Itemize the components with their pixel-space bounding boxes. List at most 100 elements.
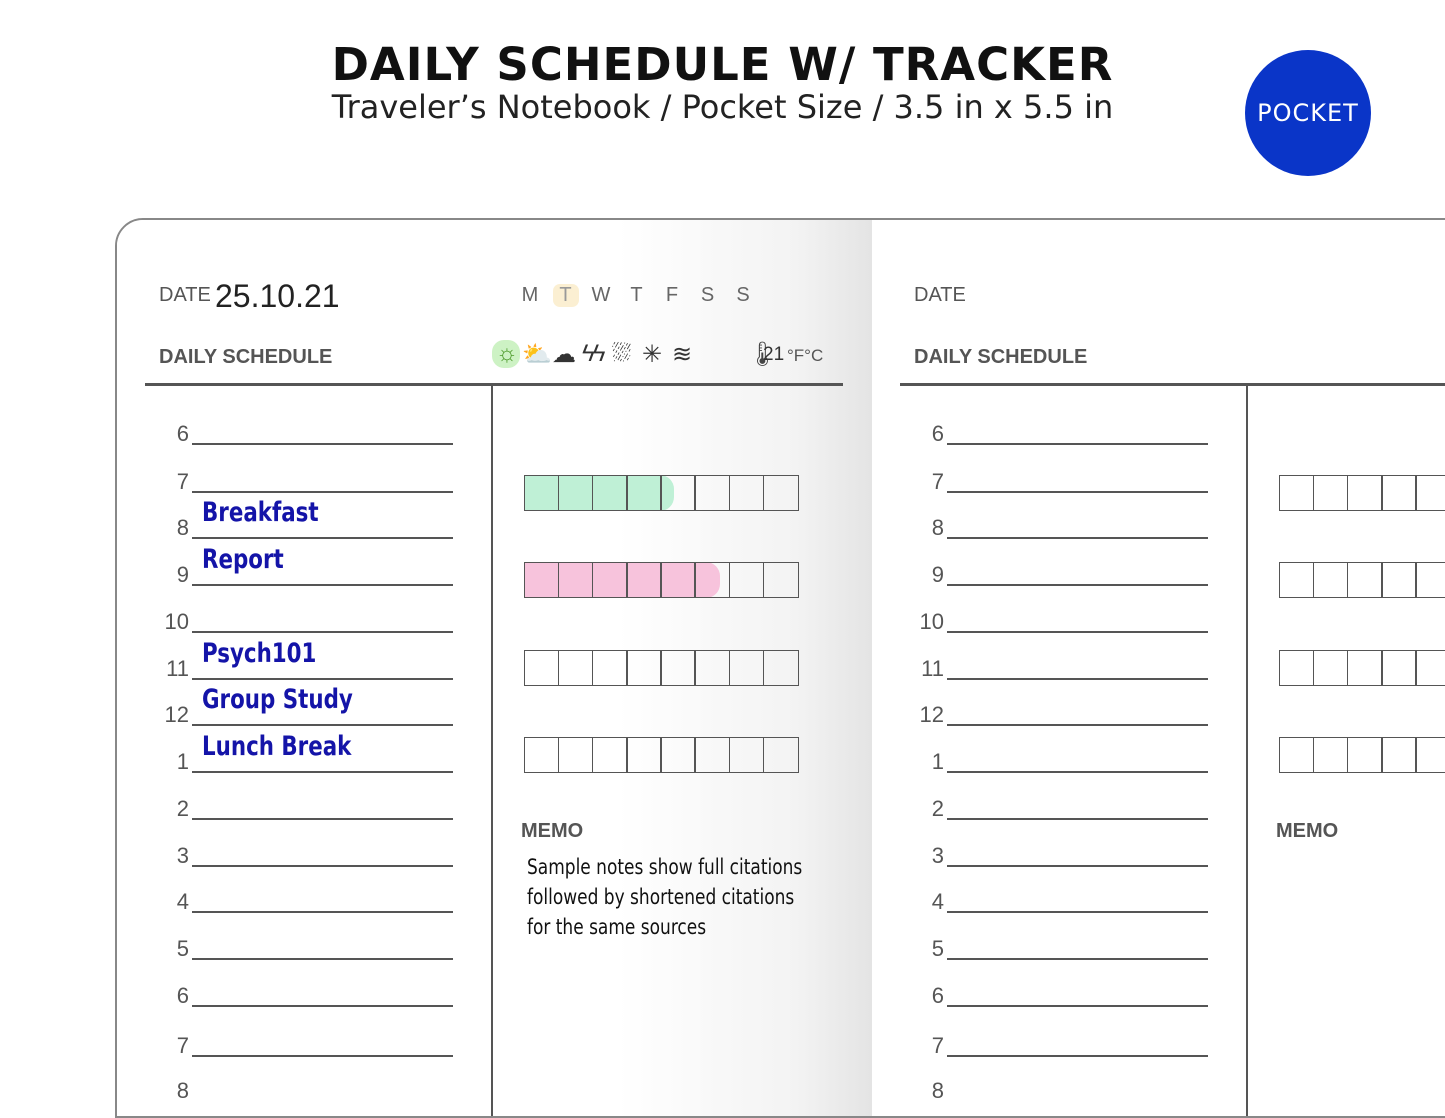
tracker-cell[interactable] xyxy=(1278,650,1315,686)
schedule-line xyxy=(192,1005,453,1007)
tracker-cell[interactable] xyxy=(660,737,696,773)
tracker-cell[interactable] xyxy=(1415,475,1445,511)
tracker-row[interactable] xyxy=(1278,737,1445,773)
size-badge: POCKET xyxy=(1245,50,1371,176)
tracker-cell[interactable] xyxy=(1381,475,1417,511)
tracker-cell[interactable] xyxy=(523,650,560,686)
weekday-1[interactable]: T xyxy=(552,284,579,307)
schedule-entry[interactable]: Psych101 xyxy=(202,638,316,669)
schedule-entry[interactable]: Report xyxy=(202,544,284,575)
tracker-cell[interactable] xyxy=(523,562,560,598)
tracker-cell[interactable] xyxy=(660,475,696,511)
lightning-icon[interactable]: ϟϟ xyxy=(582,340,605,368)
tracker-cell[interactable] xyxy=(626,650,662,686)
tracker-cell[interactable] xyxy=(1346,475,1383,511)
schedule-entry[interactable]: Breakfast xyxy=(202,497,319,528)
tracker-cell[interactable] xyxy=(762,475,799,511)
tracker-cell[interactable] xyxy=(1381,562,1417,598)
tracker-cell[interactable] xyxy=(728,475,765,511)
tracker-cell[interactable] xyxy=(728,737,765,773)
tracker-row[interactable] xyxy=(1278,475,1445,511)
tracker-cell[interactable] xyxy=(1312,475,1349,511)
weekday-2[interactable]: W xyxy=(588,284,614,307)
snow-icon[interactable]: ✳ xyxy=(642,340,662,369)
sun-icon[interactable]: ☼ xyxy=(492,340,520,368)
tracker-cell[interactable] xyxy=(762,562,799,598)
hour-label: 8 xyxy=(931,1078,944,1103)
tracker-cell[interactable] xyxy=(557,562,594,598)
weekday-3[interactable]: T xyxy=(624,284,650,307)
tracker-cell[interactable] xyxy=(1346,737,1383,773)
hour-label: 8 xyxy=(931,515,944,540)
tracker-row[interactable] xyxy=(523,475,799,511)
tracker-cell[interactable] xyxy=(591,650,628,686)
tracker-cell[interactable] xyxy=(694,475,731,511)
tracker-cell[interactable] xyxy=(591,562,628,598)
schedule-line xyxy=(192,818,453,820)
weekday-6[interactable]: S xyxy=(730,284,756,307)
schedule-line xyxy=(192,1055,453,1057)
tracker-row[interactable] xyxy=(523,737,799,773)
tracker-cell[interactable] xyxy=(728,562,765,598)
date-label: DATE xyxy=(159,284,211,306)
tracker-cell[interactable] xyxy=(1312,737,1349,773)
tracker-cell[interactable] xyxy=(694,650,731,686)
tracker-cell[interactable] xyxy=(626,737,662,773)
tracker-cell[interactable] xyxy=(762,650,799,686)
tracker-cell[interactable] xyxy=(557,737,594,773)
tracker-cell[interactable] xyxy=(1278,562,1315,598)
rain-icon[interactable]: ⛆ xyxy=(612,340,631,368)
tracker-row[interactable] xyxy=(1278,562,1445,598)
tracker-cell[interactable] xyxy=(1415,562,1445,598)
wind-icon[interactable]: ≋ xyxy=(672,340,692,369)
date-label: DATE xyxy=(914,284,966,306)
tracker-cell[interactable] xyxy=(626,562,662,598)
tracker-cell[interactable] xyxy=(1312,562,1349,598)
tracker-cell[interactable] xyxy=(660,562,696,598)
tracker-cell[interactable] xyxy=(1415,650,1445,686)
tracker-cell[interactable] xyxy=(728,650,765,686)
tracker-cell[interactable] xyxy=(1278,737,1315,773)
tracker-cell[interactable] xyxy=(591,737,628,773)
hour-label: 11 xyxy=(166,656,189,681)
tracker-cell[interactable] xyxy=(591,475,628,511)
tracker-cell[interactable] xyxy=(1278,475,1315,511)
tracker-cell[interactable] xyxy=(694,562,731,598)
weekday-5[interactable]: S xyxy=(695,284,721,307)
tracker-cell[interactable] xyxy=(523,737,560,773)
tracker-cell[interactable] xyxy=(1415,737,1445,773)
tracker-cell[interactable] xyxy=(1346,650,1383,686)
schedule-entry[interactable]: Lunch Break xyxy=(202,731,351,762)
tracker-row[interactable] xyxy=(1278,650,1445,686)
tracker-row[interactable] xyxy=(523,562,799,598)
tracker-cell[interactable] xyxy=(1312,650,1349,686)
tracker-cell[interactable] xyxy=(1381,737,1417,773)
schedule-line xyxy=(192,911,453,913)
tracker-row[interactable] xyxy=(523,650,799,686)
schedule-line xyxy=(192,771,453,773)
hour-label: 6 xyxy=(176,421,189,446)
hour-label: 3 xyxy=(931,843,944,868)
hour-label: 9 xyxy=(931,562,944,587)
schedule-entry[interactable]: Group Study xyxy=(202,684,353,715)
tracker-cell[interactable] xyxy=(557,650,594,686)
weekday-0[interactable]: M xyxy=(517,284,543,307)
weekday-4[interactable]: F xyxy=(659,284,685,307)
schedule-line xyxy=(947,724,1208,726)
schedule-line xyxy=(947,771,1208,773)
hour-label: 12 xyxy=(164,702,189,727)
tracker-cell[interactable] xyxy=(557,475,594,511)
tracker-cell[interactable] xyxy=(523,475,560,511)
tracker-cell[interactable] xyxy=(1346,562,1383,598)
column-divider xyxy=(491,386,493,1116)
tracker-cell[interactable] xyxy=(694,737,731,773)
schedule-line xyxy=(947,818,1208,820)
cloud-icon[interactable]: ☁ xyxy=(552,340,576,369)
hour-label: 10 xyxy=(164,609,189,634)
tracker-cell[interactable] xyxy=(660,650,696,686)
tracker-cell[interactable] xyxy=(626,475,662,511)
schedule-line xyxy=(192,584,453,586)
partly-cloudy-icon[interactable]: ⛅ xyxy=(522,340,552,369)
tracker-cell[interactable] xyxy=(1381,650,1417,686)
tracker-cell[interactable] xyxy=(762,737,799,773)
